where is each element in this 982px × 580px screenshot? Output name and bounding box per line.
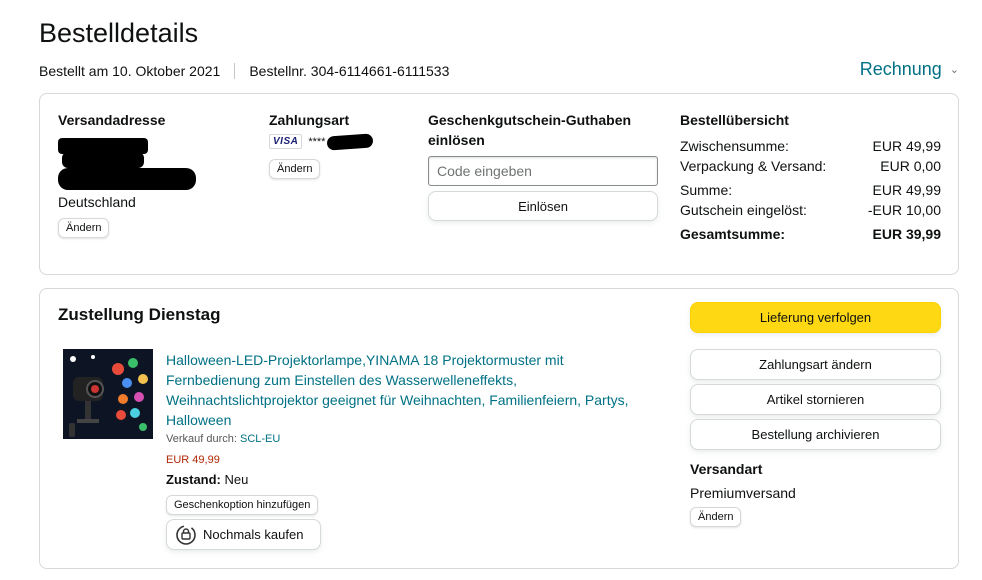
summary-row-shipping: Verpackung & Versand: EUR 0,00	[680, 158, 941, 174]
giftcard-section: Geschenkgutschein-Guthaben einlösen Code…	[428, 110, 660, 221]
giftcard-heading-line1: Geschenkgutschein-Guthaben	[428, 112, 632, 128]
order-date: Bestellt am 10. Oktober 2021	[39, 63, 221, 79]
delivery-heading: Zustellung Dienstag	[58, 305, 221, 324]
product-title-link[interactable]: Halloween-LED-Projektorlampe,YINAMA 18 P…	[166, 350, 656, 430]
masked-card-number: ****	[308, 135, 326, 148]
buy-again-button[interactable]: Nochmals kaufen	[166, 519, 321, 550]
order-number: Bestellnr. 304-6114661-6111533	[249, 63, 450, 79]
order-info-card: Versandadresse Deutschland Ändern Zahlun…	[39, 93, 959, 275]
order-summary-section: Bestellübersicht Zwischensumme: EUR 49,9…	[680, 110, 941, 244]
page-title: Bestelldetails	[39, 18, 199, 48]
invoice-dropdown[interactable]: Rechnung ⌄	[860, 59, 959, 80]
order-summary-heading: Bestellübersicht	[680, 112, 789, 128]
projector-thumbnail-icon	[63, 349, 153, 439]
summary-row-voucher: Gutschein eingelöst: -EUR 10,00	[680, 202, 941, 218]
product-price: EUR 49,99	[166, 454, 220, 466]
track-delivery-button[interactable]: Lieferung verfolgen	[690, 302, 941, 333]
change-shipping-method-button[interactable]: Ändern	[690, 507, 742, 527]
shipping-address-section: Versandadresse Deutschland Ändern	[58, 110, 238, 238]
shipping-country: Deutschland	[58, 194, 136, 210]
redeem-button[interactable]: Einlösen	[428, 191, 658, 221]
summary-row-total: Gesamtsumme: EUR 39,99	[680, 226, 941, 242]
invoice-label: Rechnung	[859, 59, 942, 79]
order-meta: Bestellt am 10. Oktober 2021 Bestellnr. …	[39, 63, 449, 79]
payment-heading: Zahlungsart	[269, 112, 350, 128]
chevron-down-icon: ⌄	[949, 64, 959, 76]
redacted-city	[58, 168, 196, 190]
shipping-method-heading: Versandart	[690, 461, 763, 477]
buy-again-label: Nochmals kaufen	[203, 527, 304, 542]
condition-label: Zustand:	[166, 472, 221, 487]
archive-order-button[interactable]: Bestellung archivieren	[690, 419, 941, 450]
meta-divider	[234, 63, 236, 79]
buy-again-icon	[176, 524, 196, 545]
change-payment-method-button[interactable]: Zahlungsart ändern	[690, 349, 941, 380]
sold-by-line: Verkauf durch: SCL-EU	[166, 433, 280, 445]
condition-line: Zustand: Neu	[166, 472, 248, 487]
shipping-method-value: Premiumversand	[690, 485, 796, 501]
change-address-button[interactable]: Ändern	[58, 218, 110, 238]
shipping-address-heading: Versandadresse	[58, 112, 166, 128]
visa-card-icon: VISA	[269, 134, 303, 149]
seller-link[interactable]: SCL-EU	[240, 433, 280, 445]
giftcard-heading-line2: einlösen	[428, 132, 485, 148]
redacted-street	[62, 152, 144, 168]
change-payment-small-button[interactable]: Ändern	[269, 159, 321, 179]
sold-by-label: Verkauf durch:	[166, 433, 237, 445]
condition-value: Neu	[224, 472, 249, 487]
delivery-card: Zustellung Dienstag Halloween-LED-Projek…	[39, 288, 959, 569]
cancel-items-button[interactable]: Artikel stornieren	[690, 384, 941, 415]
add-gift-option-button[interactable]: Geschenkoption hinzufügen	[166, 495, 319, 515]
payment-section: Zahlungsart VISA **** Ändern	[269, 110, 409, 179]
redacted-card-digits	[326, 133, 374, 151]
summary-row-subtotal: Zwischensumme: EUR 49,99	[680, 138, 941, 154]
summary-row-sum: Summe: EUR 49,99	[680, 182, 941, 198]
product-image[interactable]	[63, 349, 153, 439]
giftcard-code-input[interactable]: Code eingeben	[428, 156, 658, 186]
